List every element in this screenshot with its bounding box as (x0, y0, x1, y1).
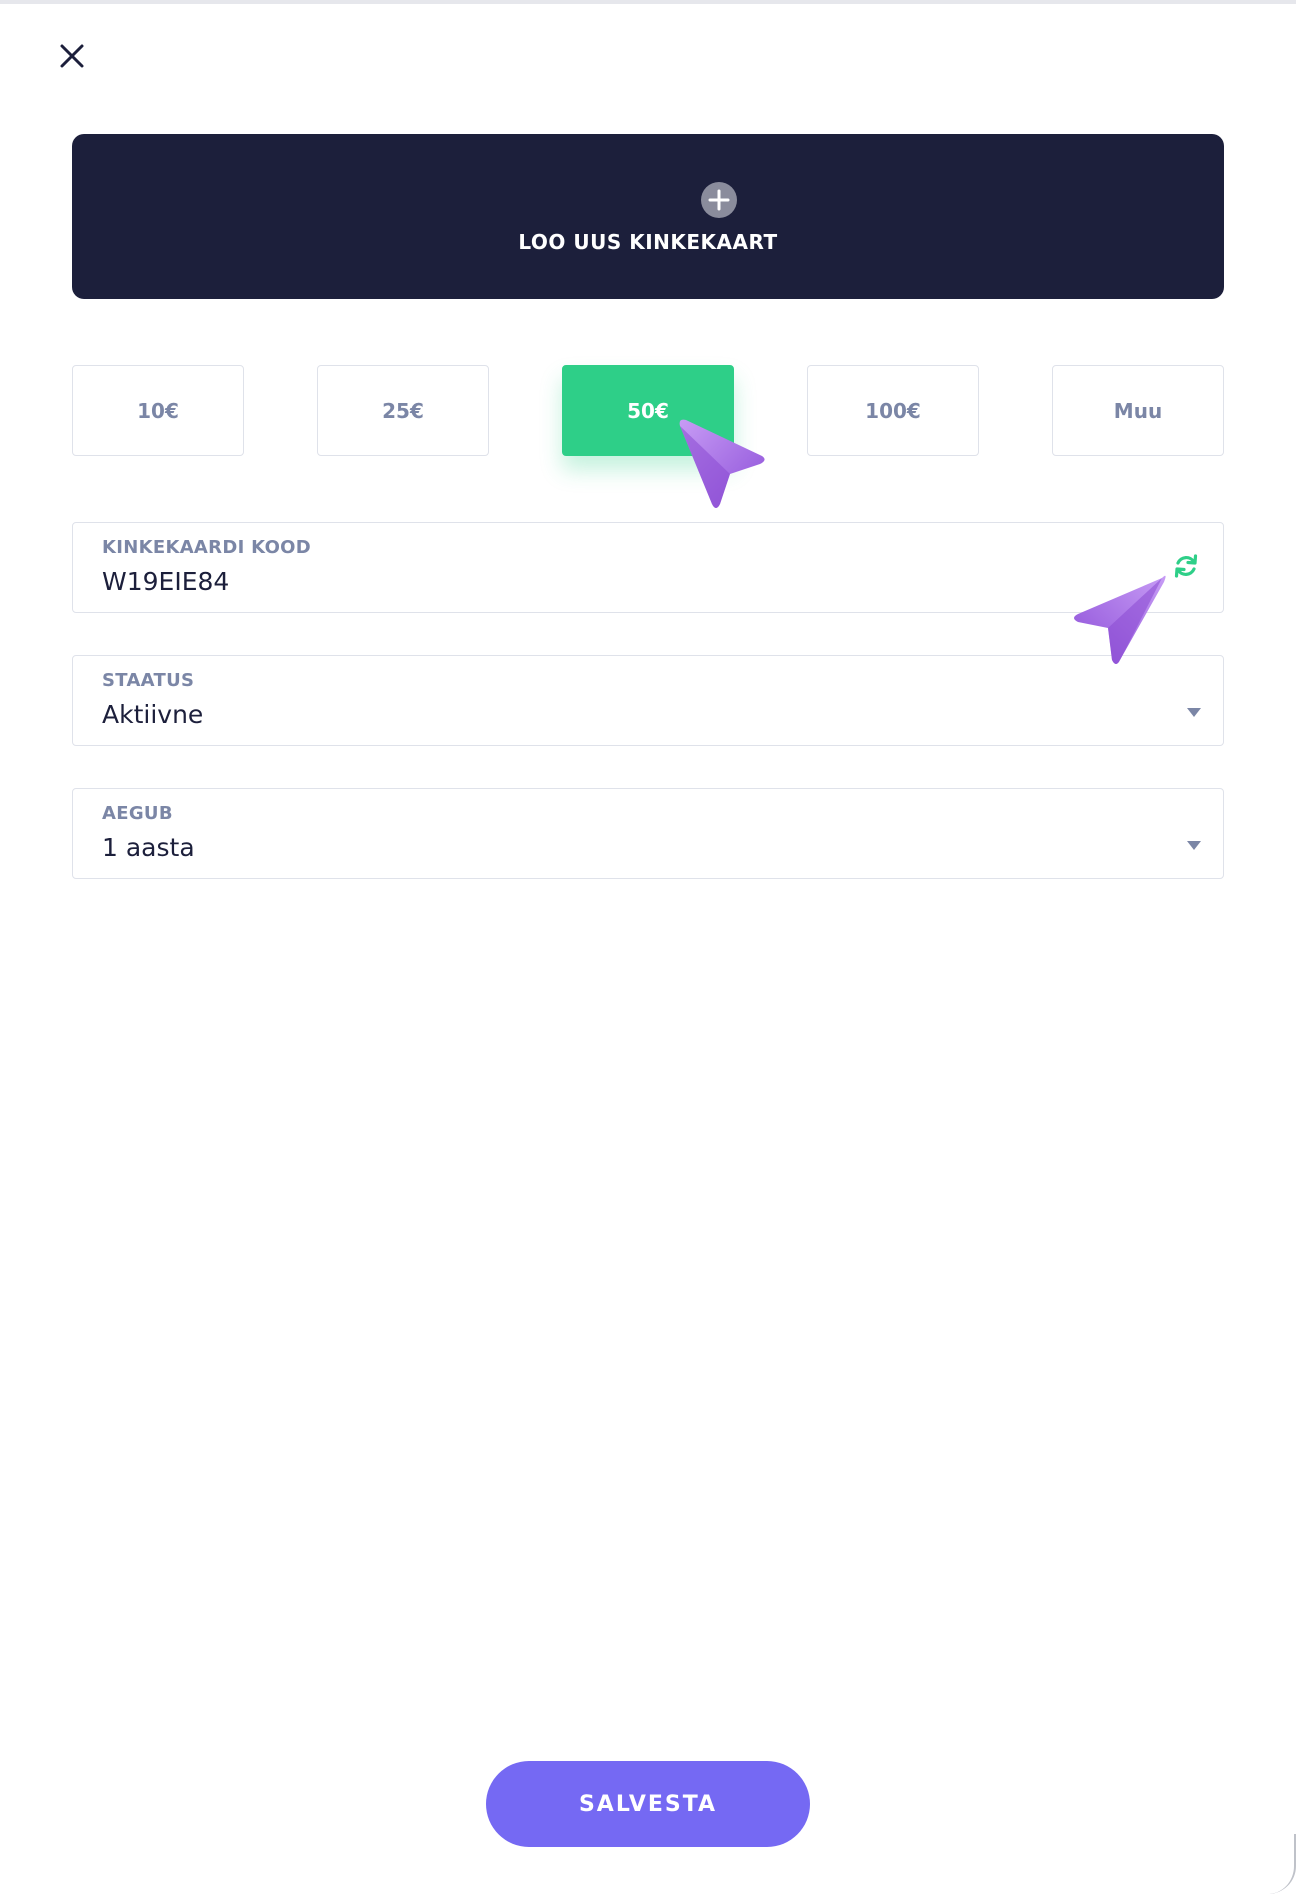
window-corner (1264, 1834, 1296, 1894)
amount-option-50[interactable]: 50€ (562, 365, 734, 456)
status-label: STAATUS (102, 670, 195, 691)
refresh-icon[interactable] (1171, 551, 1201, 581)
create-gift-card-title: LOO UUS KINKEKAART (518, 230, 778, 254)
amount-option-25[interactable]: 25€ (317, 365, 489, 456)
gift-card-code-label: KINKEKAARDI KOOD (102, 537, 312, 558)
amount-options: 10€ 25€ 50€ 100€ Muu (72, 365, 1224, 456)
expires-label: AEGUB (102, 803, 173, 824)
dropdown-caret-icon (1187, 708, 1201, 717)
expires-select[interactable]: AEGUB 1 aasta (72, 788, 1224, 879)
amount-option-10[interactable]: 10€ (72, 365, 244, 456)
close-button[interactable] (56, 40, 88, 72)
expires-value: 1 aasta (102, 833, 195, 862)
plus-circle-icon (701, 182, 737, 218)
amount-option-100[interactable]: 100€ (807, 365, 979, 456)
dropdown-caret-icon (1187, 841, 1201, 850)
create-gift-card-button[interactable]: LOO UUS KINKEKAART (72, 134, 1224, 299)
status-select[interactable]: STAATUS Aktiivne (72, 655, 1224, 746)
gift-card-code-value: W19EIE84 (102, 567, 230, 596)
amount-option-other[interactable]: Muu (1052, 365, 1224, 456)
top-divider (0, 0, 1296, 4)
status-value: Aktiivne (102, 700, 204, 729)
close-icon (56, 40, 88, 72)
gift-card-code-field[interactable]: KINKEKAARDI KOOD W19EIE84 (72, 522, 1224, 613)
save-button[interactable]: SALVESTA (486, 1761, 810, 1847)
